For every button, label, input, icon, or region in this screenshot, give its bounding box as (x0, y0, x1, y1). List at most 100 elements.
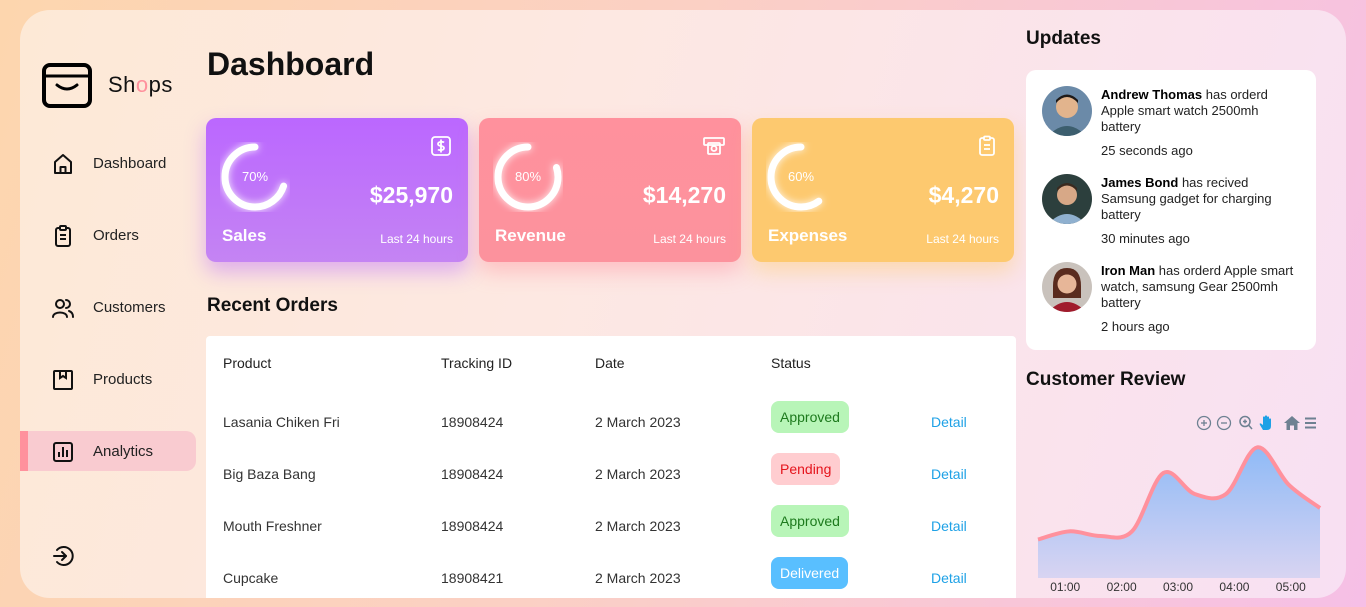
update-item: James Bond has recived Samsung gadget fo… (1026, 174, 1316, 254)
reset-home-icon[interactable] (1284, 416, 1300, 430)
zoom-in-icon[interactable] (1196, 415, 1212, 431)
recent-orders-title: Recent Orders (207, 295, 338, 316)
update-text: James Bond has recived Samsung gadget fo… (1101, 175, 1301, 223)
detail-link[interactable]: Detail (931, 570, 967, 586)
update-name: Iron Man (1101, 263, 1156, 278)
orders-table: Product Tracking ID Date Status Lasania … (206, 336, 1016, 598)
card-title: Expenses (768, 226, 848, 245)
selection-zoom-icon[interactable] (1239, 415, 1253, 430)
sidebar-item-label: Orders (93, 227, 139, 244)
tracking-id-cell: 18908421 (441, 570, 504, 586)
avatar (1042, 86, 1092, 136)
date-cell: 2 March 2023 (595, 466, 681, 482)
date-cell: 2 March 2023 (595, 518, 681, 534)
product-cell: Mouth Freshner (223, 518, 322, 534)
card-amount: $25,970 (369, 182, 453, 208)
percent-label: 80% (514, 169, 542, 184)
brand-accent: o (135, 72, 149, 97)
card-period: Last 24 hours (926, 232, 999, 246)
column-header-date: Date (595, 355, 625, 371)
tracking-id-cell: 18908424 (441, 414, 504, 430)
detail-link[interactable]: Detail (931, 466, 967, 482)
update-text: Andrew Thomas has orderd Apple smart wat… (1101, 87, 1301, 135)
card-period: Last 24 hours (653, 232, 726, 246)
column-header-tracking-id: Tracking ID (441, 355, 513, 371)
pan-icon[interactable] (1259, 415, 1271, 430)
update-item: Andrew Thomas has orderd Apple smart wat… (1026, 86, 1316, 166)
card-period: Last 24 hours (380, 232, 453, 246)
card-title: Sales (222, 226, 267, 245)
sidebar-item-label: Dashboard (93, 155, 167, 172)
status-badge: Pending (771, 453, 841, 485)
update-text: Iron Man has orderd Apple smart watch, s… (1101, 263, 1301, 311)
updates-panel: Andrew Thomas has orderd Apple smart wat… (1026, 70, 1316, 350)
detail-link[interactable]: Detail (931, 518, 967, 534)
update-time: 2 hours ago (1101, 319, 1170, 334)
brand-suffix: ps (148, 72, 173, 97)
sidebar-item-label: Products (93, 371, 153, 388)
x-tick-label: 03:00 (1163, 580, 1194, 594)
card-title: Revenue (495, 226, 566, 245)
status-badge: Approved (771, 401, 849, 433)
column-header-status: Status (771, 355, 811, 371)
app-window: Shops Dashboard Orders Customers Product… (20, 10, 1346, 598)
percent-label: 60% (787, 169, 815, 184)
zoom-out-icon[interactable] (1216, 415, 1232, 431)
table-row: Cupcake 18908421 2 March 2023 Delivered … (206, 557, 1016, 597)
expenses-card[interactable]: 60% $4,270 Expenses Last 24 hours (752, 118, 1014, 262)
users-icon (52, 299, 74, 318)
package-icon (53, 370, 73, 390)
clipboard-icon (979, 135, 995, 156)
table-row: Mouth Freshner 18908424 2 March 2023 App… (206, 505, 1016, 545)
table-row: Lasania Chiken Fri 18908424 2 March 2023… (206, 401, 1016, 441)
sidebar-item-analytics[interactable]: Analytics (20, 431, 196, 471)
product-cell: Cupcake (223, 570, 279, 586)
sidebar-item-dashboard[interactable]: Dashboard (20, 143, 196, 183)
date-cell: 2 March 2023 (595, 414, 681, 430)
avatar (1042, 262, 1092, 312)
page-title: Dashboard (207, 46, 375, 82)
detail-link[interactable]: Detail (931, 414, 967, 430)
revenue-card[interactable]: 80% $14,270 Revenue Last 24 hours (479, 118, 741, 262)
column-header-product: Product (223, 355, 272, 371)
money-icon (703, 137, 725, 155)
sales-card[interactable]: 70% $25,970 Sales Last 24 hours (206, 118, 468, 262)
shop-bag-icon (42, 63, 92, 108)
percent-label: 70% (241, 169, 269, 184)
table-row: Big Baza Bang 18908424 2 March 2023 Pend… (206, 453, 1016, 493)
update-name: James Bond (1101, 175, 1179, 190)
sidebar-item-customers[interactable]: Customers (20, 287, 196, 327)
update-time: 25 seconds ago (1101, 143, 1193, 158)
sidebar-item-label: Customers (93, 299, 166, 316)
product-cell: Lasania Chiken Fri (223, 414, 340, 430)
sidebar-item-label: Analytics (93, 443, 154, 460)
tracking-id-cell: 18908424 (441, 518, 504, 534)
status-badge: Delivered (771, 557, 849, 589)
updates-title: Updates (1026, 28, 1101, 49)
brand-prefix: Sh (108, 72, 136, 97)
sidebar-item-products[interactable]: Products (20, 359, 196, 399)
status-badge: Approved (771, 505, 849, 537)
tracking-id-cell: 18908424 (441, 466, 504, 482)
dollar-icon (431, 136, 451, 156)
card-amount: $4,270 (928, 182, 999, 208)
avatar (1042, 174, 1092, 224)
sign-out-icon[interactable] (51, 544, 75, 568)
clipboard-icon (55, 225, 71, 247)
menu-icon[interactable] (1305, 417, 1316, 429)
x-tick-label: 01:00 (1050, 580, 1081, 594)
customer-review-title: Customer Review (1026, 369, 1186, 390)
product-cell: Big Baza Bang (223, 466, 316, 482)
x-tick-label: 02:00 (1106, 580, 1137, 594)
card-amount: $14,270 (642, 182, 726, 208)
update-time: 30 minutes ago (1101, 231, 1190, 246)
customer-review-chart (1037, 445, 1322, 578)
bar-chart-icon (53, 442, 73, 462)
home-icon (54, 154, 72, 174)
x-tick-label: 04:00 (1219, 580, 1250, 594)
x-tick-label: 05:00 (1275, 580, 1306, 594)
date-cell: 2 March 2023 (595, 570, 681, 586)
brand-name: Shops (108, 72, 173, 98)
sidebar-item-orders[interactable]: Orders (20, 215, 196, 255)
update-item: Iron Man has orderd Apple smart watch, s… (1026, 262, 1316, 342)
